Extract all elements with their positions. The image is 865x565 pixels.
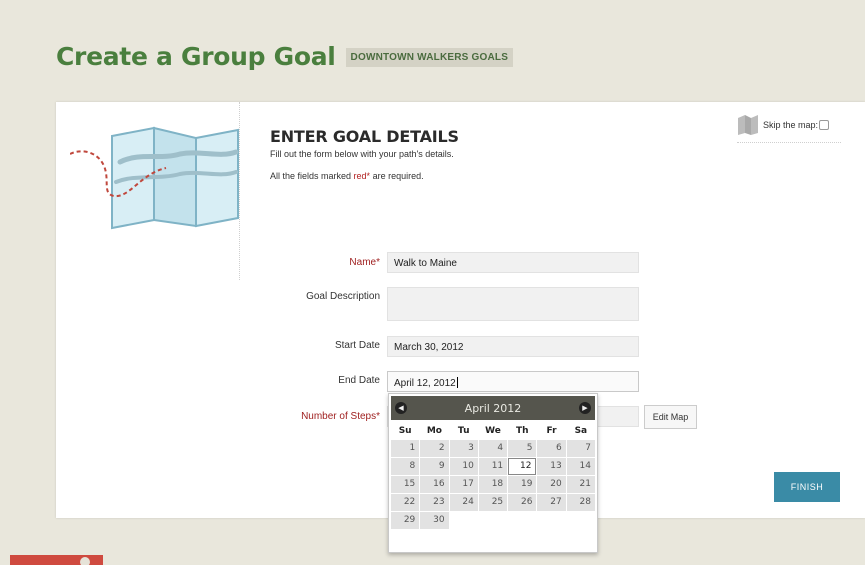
name-label: Name* <box>349 257 380 268</box>
datepicker-month-label: April 2012 <box>464 401 522 415</box>
calendar-empty-cell <box>508 512 536 529</box>
calendar-day-selected[interactable]: 12 <box>508 458 537 475</box>
start-date-label: Start Date <box>334 340 380 351</box>
page-header: Create a Group Goal DOWNTOWN WALKERS GOA… <box>56 42 514 71</box>
feedback-tab-knob <box>80 557 90 565</box>
calendar-day[interactable]: 29 <box>391 512 420 529</box>
calendar-day[interactable]: 24 <box>449 494 478 511</box>
form-section-title: ENTER GOAL DETAILS <box>270 127 459 146</box>
group-badge[interactable]: DOWNTOWN WALKERS GOALS <box>345 48 514 67</box>
calendar-empty-cell <box>567 512 595 529</box>
calendar-day[interactable]: 14 <box>566 458 595 475</box>
calendar-day[interactable]: 20 <box>537 476 566 493</box>
calendar-day[interactable]: 1 <box>391 440 420 457</box>
calendar-day[interactable]: 26 <box>508 494 537 511</box>
weekday-header: Th <box>516 426 529 436</box>
end-date-input[interactable]: April 12, 2012 <box>387 371 639 392</box>
calendar-empty-cell <box>479 512 507 529</box>
calendar-day[interactable]: 13 <box>537 458 566 475</box>
name-input[interactable]: Walk to Maine <box>387 252 639 273</box>
datepicker-header: ◀ April 2012 ▶ <box>391 396 595 420</box>
skip-map-label: Skip the map: <box>763 120 819 130</box>
weekday-header: Mo <box>426 426 442 436</box>
end-date-label: End Date <box>338 375 380 386</box>
calendar-empty-cell <box>537 512 565 529</box>
calendar-day[interactable]: 23 <box>420 494 449 511</box>
number-of-steps-label: Number of Steps* <box>301 411 380 422</box>
map-illustration <box>70 126 239 230</box>
prev-month-icon[interactable]: ◀ <box>395 402 407 414</box>
calendar-day[interactable]: 17 <box>449 476 478 493</box>
required-note-red-word: red* <box>353 171 371 181</box>
calendar-empty-cell <box>450 512 478 529</box>
feedback-tab[interactable] <box>10 555 103 565</box>
calendar-day[interactable]: 11 <box>478 458 508 475</box>
calendar-day[interactable]: 2 <box>420 440 449 457</box>
weekday-header: We <box>485 426 501 436</box>
calendar-day[interactable]: 4 <box>478 440 508 457</box>
weekday-header: Su <box>398 426 412 436</box>
calendar-day[interactable]: 3 <box>449 440 478 457</box>
skip-map-checkbox[interactable] <box>819 120 830 130</box>
required-note-prefix: All the fields marked <box>270 171 354 181</box>
next-month-icon[interactable]: ▶ <box>578 402 591 414</box>
weekday-header: Sa <box>574 426 588 436</box>
calendar-day[interactable]: 5 <box>508 440 537 457</box>
calendar-day[interactable]: 16 <box>420 476 449 493</box>
vertical-divider <box>239 102 240 280</box>
calendar-day[interactable]: 21 <box>566 476 595 493</box>
calendar-day[interactable]: 22 <box>391 494 420 511</box>
calendar-day[interactable]: 18 <box>478 476 508 493</box>
calendar-day[interactable]: 9 <box>420 458 449 475</box>
calendar-day[interactable]: 7 <box>566 440 595 457</box>
calendar-day[interactable]: 15 <box>391 476 420 493</box>
calendar-day[interactable]: 25 <box>478 494 508 511</box>
form-instructions: Fill out the form below with your path's… <box>270 149 454 159</box>
calendar-day[interactable]: 19 <box>508 476 537 493</box>
calendar-day[interactable]: 8 <box>391 458 420 475</box>
end-date-value: April 12, 2012 <box>394 378 456 389</box>
calendar-day[interactable]: 28 <box>566 494 595 511</box>
calendar-day[interactable]: 30 <box>420 512 449 529</box>
calendar-day[interactable]: 10 <box>449 458 478 475</box>
goal-description-label: Goal Description <box>306 291 380 302</box>
page-title: Create a Group Goal <box>56 42 336 71</box>
edit-map-button[interactable]: Edit Map <box>644 405 697 429</box>
goal-description-input[interactable] <box>387 287 639 321</box>
datepicker-popup: ◀ April 2012 ▶ Su Mo Tu We Th Fr Sa 1 2 3 4 5 6 7 8 9 10… <box>388 393 598 553</box>
start-date-input[interactable]: March 30, 2012 <box>387 336 639 357</box>
text-caret <box>456 377 458 388</box>
skip-map-toggle[interactable]: Skip the map: <box>737 114 841 143</box>
weekday-header: Fr <box>546 426 557 436</box>
datepicker-grid: Su Mo Tu We Th Fr Sa 1 2 3 4 5 6 7 8 9 10 11 12 13 14 15 16 17 1… <box>391 423 595 529</box>
finish-button[interactable]: FINISH <box>774 472 840 502</box>
required-note-suffix: are required. <box>370 171 424 181</box>
required-note: All the fields marked red* are required. <box>270 171 424 181</box>
calendar-day[interactable]: 27 <box>537 494 566 511</box>
folded-map-icon <box>738 115 758 135</box>
weekday-header: Tu <box>457 426 470 436</box>
calendar-day[interactable]: 6 <box>537 440 566 457</box>
